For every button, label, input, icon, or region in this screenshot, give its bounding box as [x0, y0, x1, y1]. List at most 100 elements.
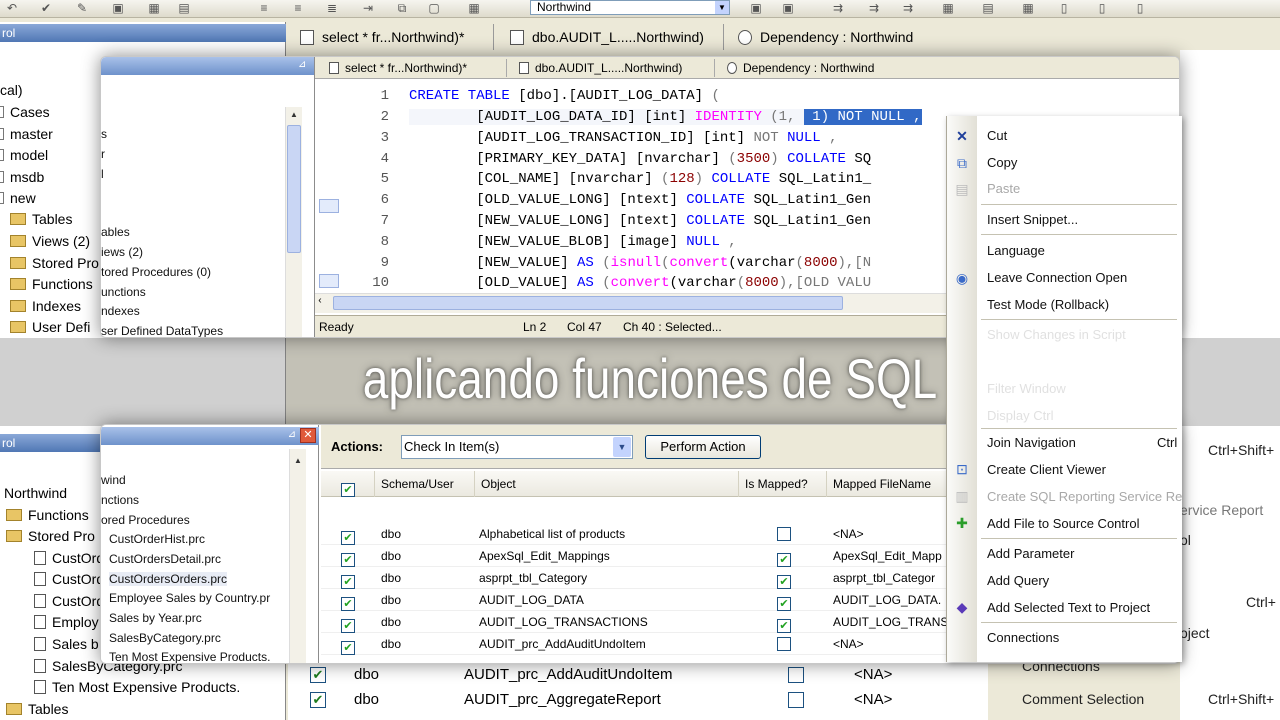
code-line[interactable]: [COL_NAME] [nvarchar] (128) COLLATE SQL_… — [409, 171, 871, 187]
expander-icon[interactable] — [0, 192, 4, 204]
tree-node[interactable]: tored Procedures (0) — [101, 265, 211, 279]
text-results-icon[interactable]: ▤ — [980, 2, 996, 15]
tree-node[interactable]: iews (2) — [101, 245, 143, 259]
tree-node[interactable]: wind — [101, 473, 126, 487]
tab-query[interactable]: select * fr...Northwind)* — [288, 24, 494, 50]
perform-action-button[interactable]: Perform Action — [645, 435, 761, 459]
tab-audit-table[interactable]: dbo.AUDIT_L.....Northwind) — [498, 24, 724, 50]
code-line[interactable]: [PRIMARY_KEY_DATA] [nvarchar] (3500) COL… — [409, 151, 871, 167]
code-line[interactable]: [NEW_VALUE_LONG] [ntext] COLLATE SQL_Lat… — [409, 213, 871, 229]
menu-item-language[interactable]: Language — [987, 243, 1045, 258]
filter-icon[interactable]: ▤ — [176, 2, 192, 15]
tree-node[interactable]: new — [0, 190, 36, 206]
tree-node[interactable]: ored Procedures — [101, 513, 190, 527]
tree-node[interactable]: unctions — [101, 285, 146, 299]
save-icon[interactable]: ▣ — [110, 2, 126, 15]
mapped-checkbox[interactable] — [777, 619, 791, 633]
sql-editor[interactable]: 1 2 3 4 5 6 7 8 9 10 CREATE TABLE [dbo].… — [315, 79, 947, 315]
tree-node[interactable]: Stored Pro — [10, 255, 99, 271]
execute-icon[interactable]: ▣ — [748, 2, 764, 15]
mapped-checkbox[interactable] — [777, 637, 791, 651]
tree-node[interactable]: ser Defined DataTypes — [101, 324, 223, 337]
mapped-checkbox[interactable] — [788, 667, 804, 683]
expander-icon[interactable] — [0, 171, 4, 183]
explorer-scrollbar[interactable]: ▲ — [289, 449, 306, 663]
code-line[interactable]: [OLD_VALUE] AS (convert(varchar(8000),[O… — [409, 275, 871, 291]
row-select-cell[interactable] — [341, 636, 355, 658]
menu-item-create-client-viewer[interactable]: Create Client Viewer — [987, 462, 1106, 477]
tree-node[interactable]: Cases — [0, 104, 50, 120]
tree-node[interactable]: ables — [101, 225, 130, 239]
tree-node[interactable]: Employee Sales by Country.pr — [109, 591, 270, 605]
tree-node[interactable]: CustOrdersDetail.prc — [109, 552, 221, 566]
tree-node[interactable]: Functions — [10, 276, 93, 292]
tree-node[interactable]: s — [101, 127, 107, 141]
row-checkbox[interactable] — [341, 641, 355, 655]
tree-node[interactable]: Stored Pro — [6, 528, 95, 544]
tree-node[interactable]: CustOrd — [34, 593, 104, 609]
row-checkbox[interactable]: ✔ — [310, 667, 326, 683]
menu-item-paste[interactable]: Paste — [987, 181, 1020, 196]
row-checkbox[interactable] — [341, 597, 355, 611]
tree-node[interactable]: model — [0, 147, 48, 163]
tab-dependency[interactable]: Dependency : Northwind — [726, 24, 936, 50]
mapped-cell[interactable] — [777, 636, 791, 658]
scroll-up-icon[interactable]: ▲ — [290, 453, 306, 469]
outdent-icon[interactable]: ≡ — [290, 2, 306, 15]
tree-node[interactable]: Sales b — [34, 636, 99, 652]
menu-item-join-navigation[interactable]: Join Navigation Ctrl — [987, 435, 1177, 450]
stats-icon[interactable]: ⇉ — [900, 2, 916, 15]
tree-node[interactable]: l — [101, 167, 104, 181]
editor-hscrollbar[interactable]: ‹ — [315, 293, 947, 313]
code-line[interactable]: [NEW_VALUE_BLOB] [image] NULL , — [409, 234, 736, 250]
pin-icon[interactable]: ⊿ — [298, 59, 310, 71]
tree-node-selected[interactable]: CustOrdersOrders.prc — [109, 572, 228, 586]
menu-item-copy[interactable]: Copy — [987, 155, 1017, 170]
page3-icon[interactable]: ▯ — [1132, 2, 1148, 15]
explorer-scrollbar[interactable]: ▲ — [285, 107, 302, 337]
align-icon[interactable]: ≣ — [324, 2, 340, 15]
scroll-left-icon[interactable]: ‹ — [317, 296, 323, 307]
row-checkbox[interactable] — [341, 619, 355, 633]
database-select[interactable]: Northwind ▼ — [530, 0, 730, 15]
row-checkbox[interactable] — [341, 575, 355, 589]
tree-node[interactable]: msdb — [0, 169, 44, 185]
tree-node[interactable]: ndexes — [101, 304, 140, 318]
tree-node[interactable]: nctions — [101, 493, 139, 507]
parse-icon[interactable]: ▣ — [780, 2, 796, 15]
tree-node[interactable]: CustOrd — [34, 571, 104, 587]
plan-icon[interactable]: ⇉ — [866, 2, 882, 15]
tree-node[interactable]: Northwind — [4, 485, 67, 501]
tree-node[interactable]: master — [0, 126, 53, 142]
code-line[interactable]: CREATE TABLE [dbo].[AUDIT_LOG_DATA] ( — [409, 88, 720, 104]
grid-results-icon[interactable]: ▦ — [940, 2, 956, 15]
menu-item-cut[interactable]: Cut — [987, 128, 1007, 143]
table-row[interactable]: ✔ dbo AUDIT_prc_AddAuditUndoItem <NA> — [288, 662, 988, 688]
arrow-icon[interactable]: ⇥ — [360, 2, 376, 15]
expander-icon[interactable] — [0, 149, 4, 161]
menu-item-show-changes[interactable]: Show Changes in Script — [987, 327, 1126, 342]
menu-item-add-selected-text[interactable]: Add Selected Text to Project — [987, 600, 1150, 615]
expander-icon[interactable] — [0, 128, 4, 140]
menu-item-add-file-source-control[interactable]: Add File to Source Control — [987, 516, 1139, 531]
tree-node[interactable]: cal) — [0, 82, 23, 98]
menu-item-connections[interactable]: Connections — [987, 630, 1059, 645]
check-icon[interactable]: ✔ — [38, 2, 54, 15]
mapped-checkbox[interactable] — [777, 527, 791, 541]
tree-node[interactable]: Functions — [6, 507, 89, 523]
tree-node[interactable]: r — [101, 147, 105, 161]
wrench-icon[interactable]: ✎ — [74, 2, 90, 15]
menu-item-test-mode[interactable]: Test Mode (Rollback) — [987, 297, 1109, 312]
tree-node[interactable]: Ten Most Expensive Products. — [109, 650, 270, 663]
undo-icon[interactable]: ↶ — [4, 2, 20, 15]
menu-item-add-parameter[interactable]: Add Parameter — [987, 546, 1074, 561]
menu-item-create-reporting-service[interactable]: Create SQL Reporting Service Re — [987, 489, 1182, 504]
tree-node[interactable]: User Defi — [10, 319, 90, 335]
code-line[interactable]: [AUDIT_LOG_DATA_ID] [int] IDENTITY (1, 1… — [409, 109, 922, 125]
menu-item-leave-connection-open[interactable]: Leave Connection Open — [987, 270, 1127, 285]
select-all-checkbox[interactable] — [341, 483, 355, 497]
table-row[interactable]: ✔ dbo AUDIT_prc_AggregateReport <NA> — [288, 687, 988, 713]
bookmark-icon[interactable] — [319, 274, 339, 288]
row-checkbox[interactable] — [341, 553, 355, 567]
tree-node[interactable]: CustOrd — [34, 550, 104, 566]
